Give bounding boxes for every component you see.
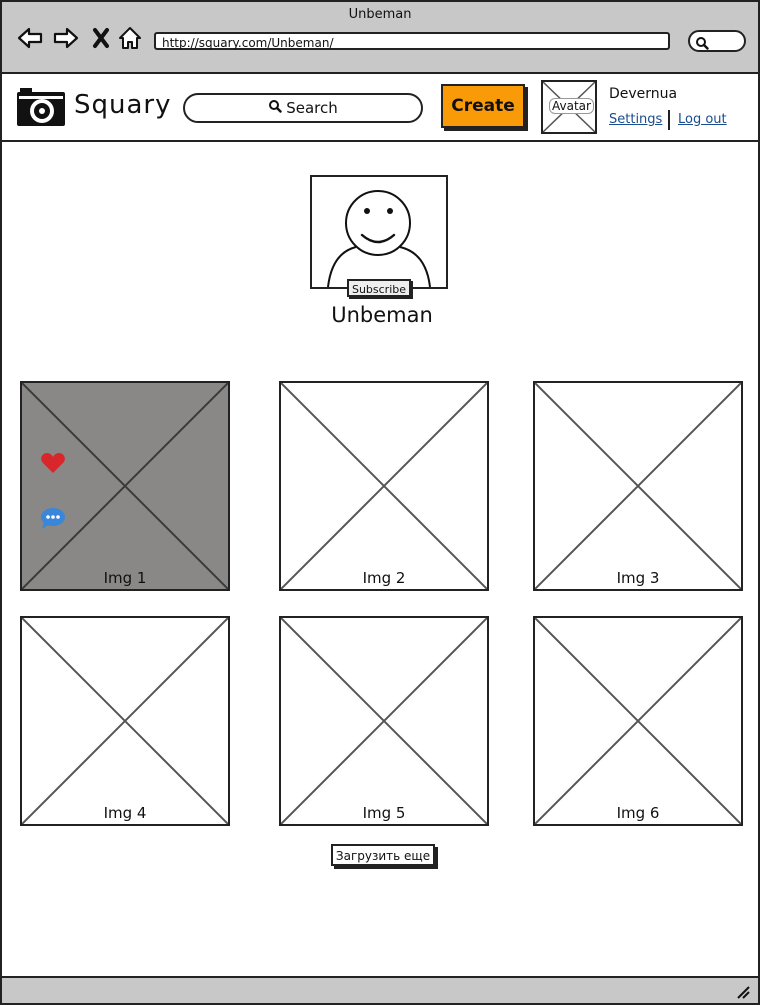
browser-search-button[interactable]: [688, 30, 746, 52]
settings-link[interactable]: Settings: [609, 112, 662, 127]
search-icon: [695, 35, 709, 54]
status-bar: [2, 976, 758, 1003]
site-search-input[interactable]: Search: [183, 93, 423, 123]
window-title: Unbeman: [348, 7, 412, 22]
search-placeholder: Search: [286, 99, 338, 117]
profile-name: Unbeman: [331, 303, 433, 327]
search-icon: [268, 99, 282, 117]
gallery-image-label: Img 3: [616, 569, 660, 587]
gallery-image-5[interactable]: Img 5: [279, 616, 489, 826]
gallery-image-2[interactable]: Img 2: [279, 381, 489, 591]
load-more-button[interactable]: Загрузить еще: [331, 844, 435, 866]
profile-picture: [310, 175, 448, 289]
gallery-image-label: Img 5: [362, 804, 406, 822]
gallery-image-label: Img 1: [103, 569, 147, 587]
gallery-image-label: Img 4: [103, 804, 147, 822]
brand-name[interactable]: Squary: [74, 90, 172, 120]
site-header: Squary Search Create Avatar Devernua Set…: [2, 74, 758, 142]
close-icon[interactable]: [90, 24, 118, 52]
gallery-image-label: Img 2: [362, 569, 406, 587]
gallery-image-4[interactable]: Img 4: [20, 616, 230, 826]
gallery-image-label: Img 6: [616, 804, 660, 822]
browser-window: Unbeman http://squary.com/Unbeman/ Squar…: [0, 0, 760, 1005]
avatar[interactable]: Avatar: [541, 80, 597, 134]
link-divider: [668, 110, 670, 130]
back-icon[interactable]: [16, 24, 44, 52]
resize-grip-icon[interactable]: [736, 984, 750, 1003]
username: Devernua: [609, 86, 678, 102]
browser-titlebar: Unbeman http://squary.com/Unbeman/: [2, 2, 758, 74]
camera-logo-icon[interactable]: [16, 86, 66, 132]
logout-link[interactable]: Log out: [678, 112, 727, 127]
gallery-image-1[interactable]: Img 1: [20, 381, 230, 591]
address-bar[interactable]: http://squary.com/Unbeman/: [154, 32, 670, 50]
subscribe-button[interactable]: Subscribe: [347, 279, 411, 297]
gallery-image-6[interactable]: Img 6: [533, 616, 743, 826]
avatar-label: Avatar: [549, 98, 594, 114]
create-button[interactable]: Create: [441, 84, 525, 128]
home-icon[interactable]: [116, 24, 144, 52]
gallery-image-3[interactable]: Img 3: [533, 381, 743, 591]
forward-icon[interactable]: [52, 24, 80, 52]
